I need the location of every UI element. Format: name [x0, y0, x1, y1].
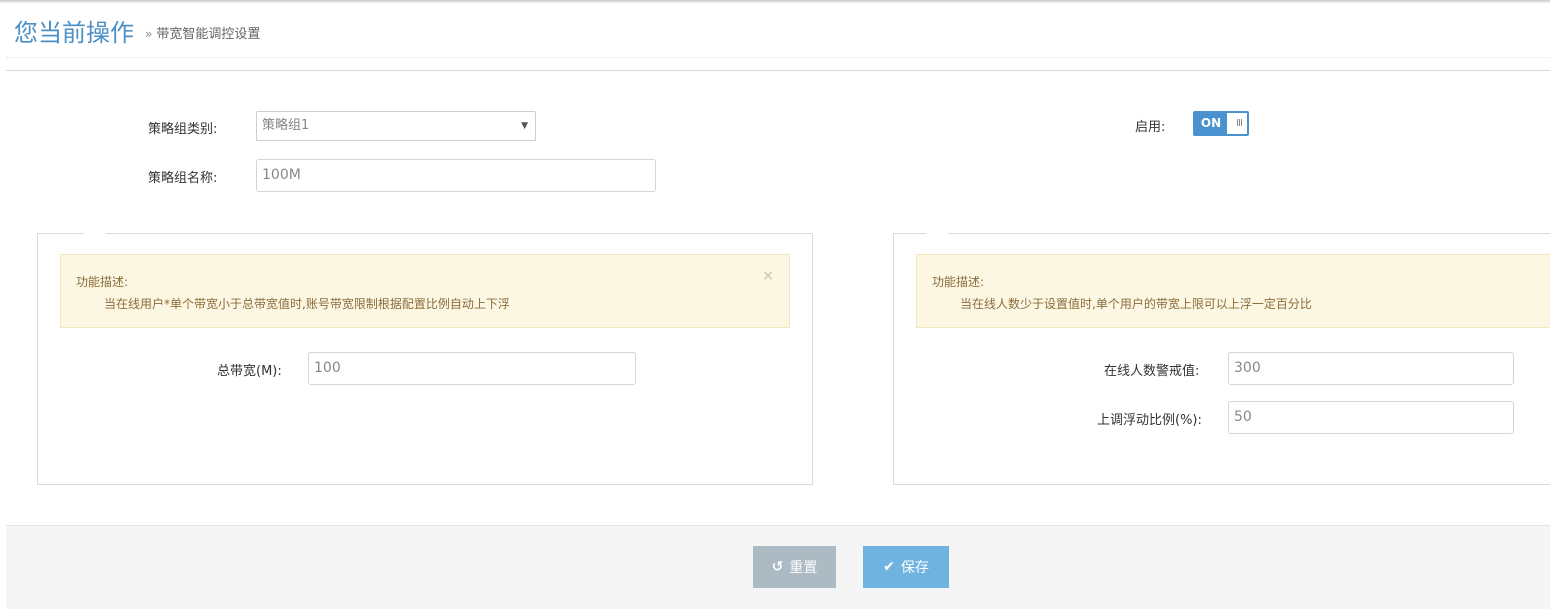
- alert-title: 功能描述:: [76, 275, 129, 289]
- panel-tab-notch: [926, 233, 948, 235]
- header-bar: 您当前操作 » 带宽智能调控设置: [6, 3, 1550, 58]
- caret-down-icon: ▼: [521, 121, 528, 131]
- left-info-alert: 功能描述: 当在线用户*单个带宽小于总带宽值时,账号带宽限制根据配置比例自动上下…: [60, 254, 790, 328]
- alert-description: 当在线人数少于设置值时,单个用户的带宽上限可以上浮一定百分比: [960, 297, 1312, 311]
- toggle-on-label: ON: [1195, 113, 1227, 134]
- check-icon: ✔: [883, 559, 895, 575]
- save-label: 保存: [900, 560, 929, 576]
- online-warning-label: 在线人数警戒值:: [1104, 364, 1200, 379]
- breadcrumb-current: 带宽智能调控设置: [156, 27, 261, 42]
- divider: [6, 70, 1550, 71]
- left-panel: 功能描述: 当在线用户*单个带宽小于总带宽值时,账号带宽限制根据配置比例自动上下…: [37, 233, 813, 485]
- total-bandwidth-label: 总带宽(M):: [217, 364, 282, 379]
- form-actions: ↺ 重置 ✔ 保存: [6, 525, 1550, 609]
- panel-tab-notch: [84, 233, 106, 235]
- group-type-select[interactable]: 策略组1 ▼: [256, 111, 536, 141]
- enable-label: 启用:: [1135, 120, 1166, 135]
- undo-icon: ↺: [771, 559, 784, 575]
- right-info-alert: 功能描述: 当在线人数少于设置值时,单个用户的带宽上限可以上浮一定百分比: [916, 254, 1550, 328]
- online-warning-input[interactable]: 300: [1228, 352, 1514, 385]
- save-button[interactable]: ✔ 保存: [863, 546, 949, 588]
- alert-title: 功能描述:: [932, 275, 985, 289]
- float-ratio-input[interactable]: 50: [1228, 401, 1514, 434]
- group-type-label: 策略组类别:: [148, 122, 218, 137]
- float-ratio-value: 50: [1234, 409, 1252, 425]
- online-warning-value: 300: [1234, 360, 1261, 376]
- alert-description: 当在线用户*单个带宽小于总带宽值时,账号带宽限制根据配置比例自动上下浮: [104, 297, 510, 311]
- reset-label: 重置: [789, 560, 818, 576]
- group-type-value: 策略组1: [262, 118, 310, 133]
- total-bandwidth-input[interactable]: 100: [308, 352, 636, 385]
- total-bandwidth-value: 100: [314, 360, 341, 376]
- enable-toggle[interactable]: ON III: [1193, 111, 1249, 136]
- close-icon[interactable]: ×: [762, 268, 774, 284]
- float-ratio-label: 上调浮动比例(%):: [1097, 413, 1202, 428]
- right-panel: 功能描述: 当在线人数少于设置值时,单个用户的带宽上限可以上浮一定百分比 在线人…: [893, 233, 1550, 485]
- breadcrumb-separator: »: [145, 27, 153, 41]
- toggle-grip-icon: III: [1236, 118, 1243, 129]
- page-header: 您当前操作 » 带宽智能调控设置: [0, 3, 1550, 58]
- group-name-label: 策略组名称:: [148, 171, 218, 186]
- group-name-input[interactable]: 100M: [256, 159, 656, 192]
- group-name-value: 100M: [262, 167, 301, 183]
- breadcrumb: » 带宽智能调控设置: [145, 23, 260, 42]
- reset-button[interactable]: ↺ 重置: [753, 546, 836, 588]
- page-title: 您当前操作: [14, 19, 134, 47]
